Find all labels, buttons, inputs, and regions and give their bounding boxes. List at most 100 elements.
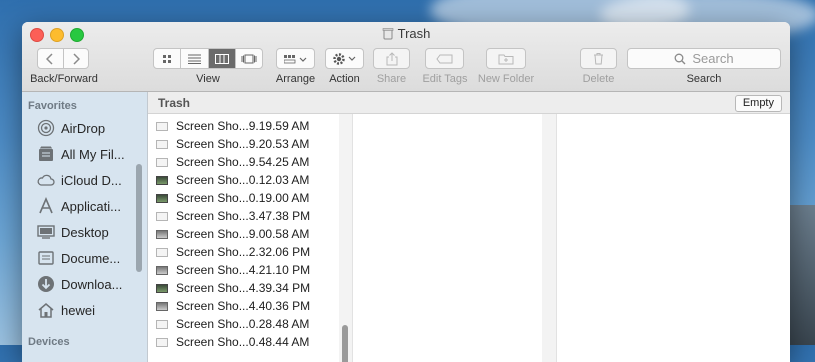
edit-tags-button[interactable] [425,48,464,69]
icon-view-button[interactable] [154,49,182,68]
file-name: Screen Sho...3.47.38 PM [176,209,311,223]
file-item[interactable]: Screen Sho...9.54.25 AM [156,153,309,171]
file-thumbnail-icon [156,319,168,329]
file-thumbnail-icon [156,229,168,239]
share-button[interactable] [373,48,410,69]
delete-button[interactable] [580,48,617,69]
browser-column-2 [353,114,557,362]
sidebar-item-label: iCloud D... [61,172,122,188]
file-item[interactable]: Screen Sho...2.32.06 PM [156,243,310,261]
chevron-right-icon [73,52,80,65]
file-name: Screen Sho...9.20.53 AM [176,137,310,151]
file-name: Screen Sho...0.12.03 AM [176,173,310,187]
icloud-icon [36,171,56,189]
sidebar-item-label: Desktop [61,224,109,240]
file-thumbnail-icon [156,247,168,257]
file-name: Screen Sho...0.48.44 AM [176,335,310,349]
folder-title: Trash [158,96,191,110]
file-name: Screen Sho...4.39.34 PM [176,281,311,295]
file-item[interactable]: Screen Sho...0.48.44 AM [156,333,309,351]
back-button[interactable] [38,49,64,68]
file-item[interactable]: Screen Sho...9.19.59 AM [156,117,309,135]
file-thumbnail-icon [156,211,168,221]
file-name: Screen Sho...0.19.00 AM [176,191,310,205]
new-folder-button[interactable] [486,48,526,69]
new-folder-icon [498,54,514,64]
trash-icon [382,27,394,43]
file-thumbnail-icon [156,283,168,293]
tag-icon [435,54,452,63]
gear-icon [332,52,355,65]
list-view-icon [187,54,201,64]
devices-header: Devices [28,336,70,348]
arrange-grid-icon [283,54,306,63]
list-view-button[interactable] [181,49,209,68]
file-name: Screen Sho...4.40.36 PM [176,299,311,313]
action-label: Action [329,73,360,85]
file-item[interactable]: Screen Sho...9.00.58 AM [156,225,309,243]
file-item[interactable]: Screen Sho...4.40.36 PM [156,297,310,315]
gallery-view-button[interactable] [236,49,262,68]
sidebar-item-all-my-files[interactable]: All My Fil... [36,145,125,163]
icon-view-icon [163,54,172,63]
column-resize-gutter[interactable] [542,114,556,362]
sidebar-item-applications[interactable]: Applicati... [36,197,121,215]
sidebar: Favorites AirDrop All My Fil... iCloud D… [22,92,148,362]
sidebar-item-home[interactable]: hewei [36,301,95,319]
sidebar-item-airdrop[interactable]: AirDrop [36,119,105,137]
sidebar-item-downloads[interactable]: Downloa... [36,275,122,293]
column-scrollbar[interactable] [342,325,348,362]
file-name: Screen Sho...0.28.48 AM [176,317,310,331]
file-name: Screen Sho...9.54.25 AM [176,155,310,169]
file-thumbnail-icon [156,337,168,347]
sidebar-item-desktop[interactable]: Desktop [36,223,109,241]
share-label: Share [376,73,407,85]
home-icon [36,301,56,319]
file-name: Screen Sho...4.21.10 PM [176,263,311,277]
action-button[interactable] [325,48,364,69]
file-thumbnail-icon [156,121,168,131]
sidebar-item-label: All My Fil... [61,146,125,162]
applications-icon [36,197,56,215]
file-item[interactable]: Screen Sho...3.47.38 PM [156,207,310,225]
column-view-button[interactable] [208,49,236,68]
documents-icon [36,249,56,267]
file-thumbnail-icon [156,265,168,275]
sidebar-item-documents[interactable]: Docume... [36,249,120,267]
sidebar-item-label: AirDrop [61,120,106,136]
file-item[interactable]: Screen Sho...0.12.03 AM [156,171,309,189]
delete-label: Delete [582,73,615,85]
chevron-left-icon [46,52,53,65]
browser-column-3 [557,114,790,362]
file-item[interactable]: Screen Sho...0.28.48 AM [156,315,309,333]
window-title: Trash [22,26,790,43]
file-thumbnail-icon [156,175,168,185]
forward-button[interactable] [64,49,89,68]
search-icon [674,53,686,64]
file-item[interactable]: Screen Sho...0.19.00 AM [156,189,309,207]
arrange-button[interactable] [276,48,315,69]
sidebar-item-icloud-drive[interactable]: iCloud D... [36,171,122,189]
file-item[interactable]: Screen Sho...4.21.10 PM [156,261,310,279]
cover-flow-icon [241,54,257,63]
search-label: Search [686,73,722,85]
new-folder-label: New Folder [477,73,535,85]
favorites-header: Favorites [28,100,77,112]
desktop-icon [36,223,56,241]
share-icon [386,51,397,65]
edit-tags-label: Edit Tags [422,73,468,85]
sidebar-item-label: Docume... [61,250,121,266]
file-name: Screen Sho...9.00.58 AM [176,227,310,241]
all-files-icon [36,145,56,163]
sidebar-item-label: Applicati... [61,198,121,214]
empty-trash-button[interactable]: Empty [734,95,782,112]
file-thumbnail-icon [156,157,168,167]
file-thumbnail-icon [156,139,168,149]
file-item[interactable]: Screen Sho...4.39.34 PM [156,279,310,297]
search-input[interactable]: Search [627,48,781,69]
file-thumbnail-icon [156,301,168,311]
sidebar-scrollbar[interactable] [136,164,142,272]
file-item[interactable]: Screen Sho...9.20.53 AM [156,135,309,153]
file-name: Screen Sho...2.32.06 PM [176,245,311,259]
sidebar-item-label: Downloa... [61,276,123,292]
